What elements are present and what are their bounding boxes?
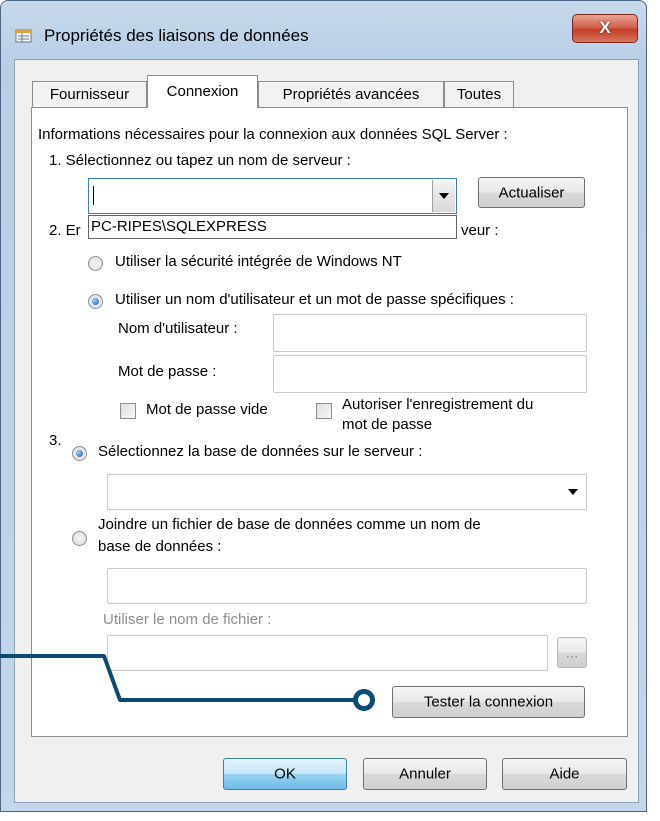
step1-label: 1. Sélectionnez ou tapez un nom de serve…: [49, 152, 351, 169]
database-combobox[interactable]: [107, 474, 587, 510]
radio-windows-nt-label[interactable]: Utiliser la sécurité intégrée de Windows…: [115, 253, 402, 270]
close-icon: X: [599, 18, 611, 37]
tab-proprietes-avancees[interactable]: Propriétés avancées: [258, 81, 444, 107]
username-label: Nom d'utilisateur :: [118, 320, 238, 337]
server-name-combobox[interactable]: [88, 178, 457, 214]
username-field[interactable]: [273, 314, 587, 352]
blank-password-label[interactable]: Mot de passe vide: [146, 401, 268, 418]
password-field[interactable]: [273, 355, 587, 393]
server-dropdown-button[interactable]: [432, 180, 455, 212]
callout-marker: [353, 689, 375, 711]
refresh-button[interactable]: Actualiser: [478, 177, 585, 208]
callout-pointer: [0, 654, 360, 702]
tab-fournisseur[interactable]: Fournisseur: [32, 81, 147, 107]
radio-user-password[interactable]: [88, 294, 103, 309]
password-label: Mot de passe :: [118, 363, 217, 380]
radio-windows-nt[interactable]: [88, 256, 103, 271]
radio-attach-file-label-line1[interactable]: Joindre un fichier de base de données co…: [98, 516, 481, 533]
allow-saving-label-line2[interactable]: mot de passe: [342, 416, 432, 433]
server-dropdown-option[interactable]: PC-RIPES\SQLEXPRESS: [91, 218, 456, 235]
help-button[interactable]: Aide: [502, 758, 627, 790]
text-caret: [93, 186, 94, 205]
close-button[interactable]: X: [572, 14, 638, 43]
allow-saving-label-line1[interactable]: Autoriser l'enregistrement du: [342, 396, 533, 413]
cancel-button[interactable]: Annuler: [363, 758, 487, 790]
radio-user-password-label[interactable]: Utiliser un nom d'utilisateur et un mot …: [115, 291, 514, 308]
attach-name-field[interactable]: [107, 568, 587, 604]
intro-text: Informations nécessaires pour la connexi…: [38, 126, 508, 143]
step2-label-start: 2. Er: [49, 222, 81, 239]
radio-select-database[interactable]: [72, 446, 87, 461]
tab-connexion[interactable]: Connexion: [147, 75, 258, 108]
chevron-down-icon: [568, 489, 578, 495]
allow-saving-password-checkbox[interactable]: [316, 403, 332, 419]
tab-toutes[interactable]: Toutes: [444, 81, 514, 107]
data-link-icon: [15, 29, 32, 43]
radio-attach-file[interactable]: [72, 531, 87, 546]
ok-button[interactable]: OK: [223, 758, 347, 790]
blank-password-checkbox[interactable]: [120, 403, 136, 419]
window-title: Propriétés des liaisons de données: [44, 26, 309, 45]
server-dropdown-list: PC-RIPES\SQLEXPRESS: [88, 215, 457, 239]
browse-button[interactable]: ...: [557, 637, 587, 668]
step2-label-end: veur :: [461, 222, 499, 239]
chevron-down-icon: [439, 193, 449, 199]
step3-label: 3.: [49, 432, 62, 449]
test-connection-button[interactable]: Tester la connexion: [392, 686, 585, 718]
radio-select-database-label[interactable]: Sélectionnez la base de données sur le s…: [98, 443, 422, 460]
radio-attach-file-label-line2[interactable]: base de données :: [98, 538, 221, 555]
